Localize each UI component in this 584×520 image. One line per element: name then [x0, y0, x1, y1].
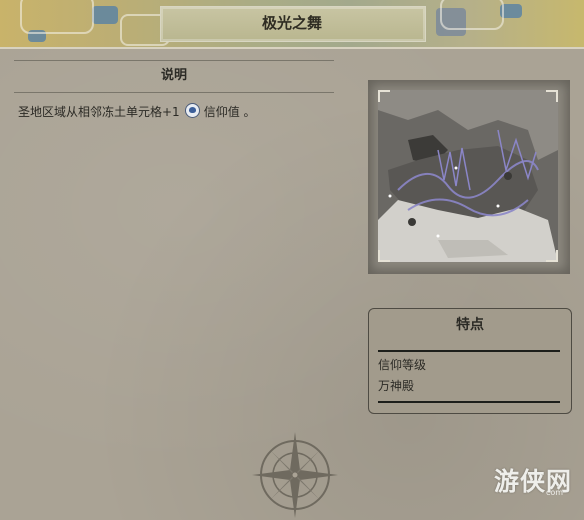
description-text-after: 信仰值 。 [203, 105, 256, 119]
traits-heading: 特点 [456, 317, 484, 333]
divider [14, 60, 334, 61]
minimap-terrain [378, 90, 558, 262]
faith-icon [184, 103, 200, 118]
compass-rose-icon [252, 432, 338, 518]
hex-outline [20, 0, 94, 34]
trait-item: 信仰等级 [378, 358, 427, 372]
divider [378, 350, 560, 352]
hex-outline [440, 0, 504, 30]
minimap [378, 90, 558, 262]
map-tile [92, 6, 118, 24]
divider [378, 401, 560, 403]
divider [14, 92, 334, 93]
page-title: 极光之舞 [261, 14, 322, 32]
minimap-corner [378, 90, 390, 102]
description-text: 圣地区域从相邻冻土单元格+1 信仰值 。 [18, 103, 256, 120]
wonder-info-panel: 极光之舞 说明 圣地区域从相邻冻土单元格+1 信仰值 。 特点 信仰等级 万神殿… [0, 0, 584, 520]
minimap-corner [546, 250, 558, 262]
minimap-corner [378, 250, 390, 262]
description-heading: 说明 [160, 68, 187, 83]
minimap-corner [546, 90, 558, 102]
header-divider [0, 47, 584, 49]
description-text-before: 圣地区域从相邻冻土单元格+1 [18, 105, 180, 119]
watermark-sub: com [546, 488, 564, 497]
trait-item: 万神殿 [378, 379, 415, 393]
